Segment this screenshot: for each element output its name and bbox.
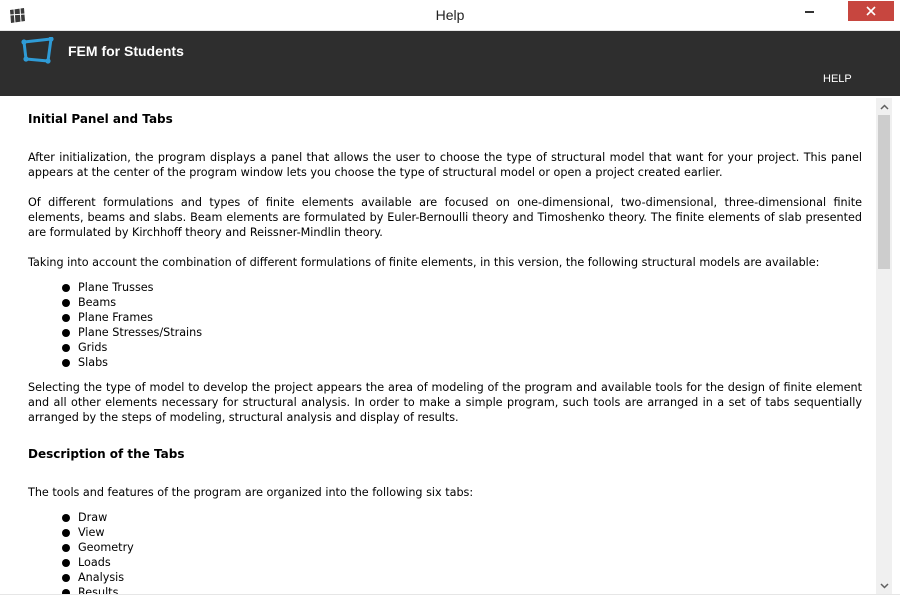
window-titlebar[interactable]: Help <box>0 0 900 31</box>
minimize-button[interactable] <box>796 1 822 21</box>
list-item: Loads <box>58 555 862 570</box>
help-content-frame[interactable]: Initial Panel and Tabs After initializat… <box>8 96 892 594</box>
section-title-initial-panel: Initial Panel and Tabs <box>28 112 173 126</box>
chevron-down-icon <box>879 582 889 589</box>
window-bottom-border <box>0 594 900 600</box>
list-item: Plane Trusses <box>58 280 862 295</box>
paragraph: Selecting the type of model to develop t… <box>28 381 862 424</box>
list-item: Plane Frames <box>58 310 862 325</box>
chevron-up-icon <box>879 103 889 110</box>
scrollbar-thumb[interactable] <box>878 115 890 269</box>
list-item: Results <box>58 585 862 594</box>
list-item: Beams <box>58 295 862 310</box>
list-item: Grids <box>58 340 862 355</box>
minimize-icon <box>804 11 814 13</box>
close-icon <box>866 6 876 16</box>
window-title: Help <box>435 7 465 23</box>
window-left-border <box>0 96 8 594</box>
list-item: Geometry <box>58 540 862 555</box>
list-item: Analysis <box>58 570 862 585</box>
structural-models-list: Plane Trusses Beams Plane Frames Plane S… <box>28 280 862 370</box>
list-item: View <box>58 525 862 540</box>
list-item: Plane Stresses/Strains <box>58 325 862 340</box>
paragraph: Of different formulations and types of f… <box>28 196 862 239</box>
paragraph: The tools and features of the program ar… <box>28 486 474 499</box>
vertical-scrollbar[interactable] <box>876 98 892 594</box>
close-button[interactable] <box>848 1 894 21</box>
tabs-list: Draw View Geometry Loads Analysis Result… <box>28 510 862 594</box>
help-content: Initial Panel and Tabs After initializat… <box>28 96 862 594</box>
paragraph: After initialization, the program displa… <box>28 151 862 179</box>
list-item: Draw <box>58 510 862 525</box>
app-header: FEM for Students HELP <box>0 31 900 96</box>
scroll-up-button[interactable] <box>876 98 892 115</box>
app-name: FEM for Students <box>68 43 184 59</box>
list-item: Slabs <box>58 355 862 370</box>
scroll-down-button[interactable] <box>876 577 892 594</box>
help-link[interactable]: HELP <box>823 73 852 85</box>
section-title-tabs: Description of the Tabs <box>28 447 185 461</box>
paragraph: Taking into account the combination of d… <box>28 256 820 269</box>
quadrilateral-element-logo <box>21 37 54 64</box>
